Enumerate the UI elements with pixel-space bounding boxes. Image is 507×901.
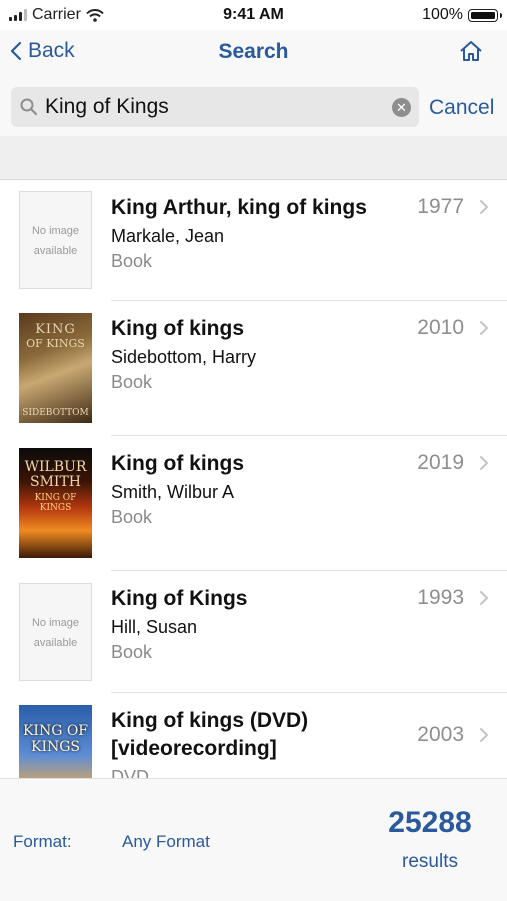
result-title: King of kings [111, 452, 244, 475]
result-author: Sidebottom, Harry [111, 347, 257, 367]
page-title: Search [218, 40, 289, 63]
results-list: No image available King Arthur, king of … [0, 180, 507, 778]
format-label: Format: [13, 832, 72, 851]
chevron-right-icon [480, 591, 488, 605]
list-item[interactable]: KING OF KINGS SIDEBOTTOM King of kings S… [0, 301, 507, 436]
no-image-placeholder: No image available [19, 583, 92, 681]
no-image-placeholder: No image available [19, 191, 92, 289]
format-selector[interactable]: Any Format [122, 832, 210, 852]
status-bar: Carrier 9:41 AM 100% [0, 0, 507, 30]
dvd-cover: KING OF KINGS [19, 705, 92, 778]
result-year: 2003 [417, 723, 464, 746]
clear-icon[interactable]: ✕ [392, 98, 411, 117]
search-query: King of Kings [45, 95, 169, 118]
search-input[interactable]: King of Kings ✕ [11, 87, 419, 127]
chevron-right-icon [480, 321, 488, 335]
chevron-right-icon [480, 200, 488, 214]
cancel-button[interactable]: Cancel [429, 96, 494, 120]
navigation-bar: Back Search [0, 30, 507, 78]
chevron-right-icon [480, 728, 488, 742]
battery-icon [468, 8, 502, 22]
chevron-right-icon [480, 456, 488, 470]
result-format: Book [111, 372, 153, 392]
result-author: Markale, Jean [111, 226, 225, 246]
battery-percent: 100% [422, 6, 463, 23]
results-count-label: results [402, 851, 458, 872]
result-title: King of kings [111, 317, 244, 340]
home-icon [460, 41, 482, 61]
result-format: DVD [111, 767, 150, 778]
section-header [0, 136, 507, 180]
list-item[interactable]: WILBUR SMITH KING OF KINGS King of kings… [0, 436, 507, 571]
results-footer: Format: Any Format 25288 results [0, 778, 507, 901]
result-format: Book [111, 507, 153, 527]
result-author: Hill, Susan [111, 617, 198, 637]
list-item[interactable]: No image available King of Kings Hill, S… [0, 571, 507, 693]
result-title: King Arthur, king of kings [111, 196, 367, 219]
result-year: 1977 [417, 195, 464, 218]
result-author: Smith, Wilbur A [111, 482, 235, 502]
result-format: Book [111, 642, 153, 662]
result-format: Book [111, 251, 153, 271]
search-icon [20, 98, 38, 116]
result-year: 1993 [417, 586, 464, 609]
home-button[interactable] [459, 40, 483, 67]
book-cover: KING OF KINGS SIDEBOTTOM [19, 313, 92, 423]
list-item[interactable]: No image available King Arthur, king of … [0, 180, 507, 301]
result-year: 2010 [417, 316, 464, 339]
result-title: King of Kings [111, 587, 248, 610]
book-cover: WILBUR SMITH KING OF KINGS [19, 448, 92, 558]
result-title: King of kings (DVD) [videorecording] [111, 709, 309, 760]
search-row: King of Kings ✕ Cancel [0, 78, 507, 136]
result-year: 2019 [417, 451, 464, 474]
list-item[interactable]: KING OF KINGS King of kings (DVD) [video… [0, 693, 507, 778]
results-count: 25288 [388, 806, 472, 839]
